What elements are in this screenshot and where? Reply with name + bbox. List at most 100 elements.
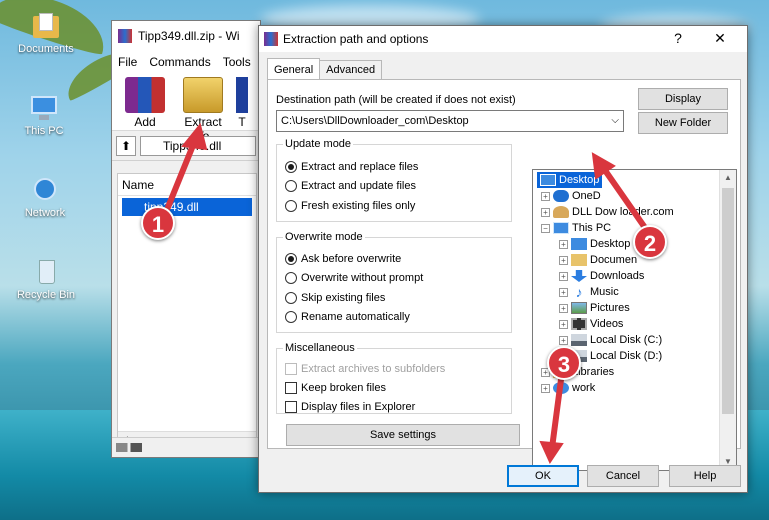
menu-commands[interactable]: Commands [149, 55, 210, 69]
winrar-title: Tipp349.dll.zip - Wi [138, 29, 240, 43]
desktop-icon-this-pc[interactable]: This PC [4, 94, 84, 137]
cloud-icon [553, 190, 569, 202]
radio[interactable] [285, 180, 297, 192]
tree-item-desktop[interactable]: + Desktop [559, 236, 630, 252]
option-label: Extract archives to subfolders [301, 363, 446, 375]
expand-icon[interactable]: + [559, 271, 568, 281]
tree-item-desktop-root[interactable]: Desktop [537, 172, 603, 188]
checkbox[interactable] [285, 401, 297, 413]
close-icon[interactable]: ✕ [707, 30, 733, 47]
tree-item-documents[interactable]: + Documen [559, 252, 637, 268]
books-icon [125, 77, 165, 113]
file-list[interactable]: Name tipp349.dll < [117, 173, 257, 449]
extract-to-button[interactable]: Extract To [178, 77, 228, 143]
add-button[interactable]: Add [120, 77, 170, 129]
option-label: Extract and replace files [301, 161, 419, 173]
desktop-icon-recycle-bin[interactable]: Recycle Bin [6, 258, 86, 301]
radio[interactable] [285, 272, 297, 284]
expand-icon[interactable]: + [559, 319, 568, 329]
collapse-icon[interactable]: − [541, 223, 550, 233]
dialog-titlebar[interactable]: Extraction path and options ? ✕ [259, 26, 747, 52]
test-label: T [238, 115, 246, 126]
update-mode-option[interactable]: Fresh existing files only [285, 200, 415, 212]
overwrite-mode-option[interactable]: Rename automatically [285, 311, 410, 323]
network-icon [553, 382, 569, 394]
help-button[interactable]: Help [669, 465, 741, 487]
desktop-icon-documents[interactable]: Documents [6, 12, 86, 55]
tab-general[interactable]: General [267, 58, 321, 80]
overwrite-mode-option[interactable]: Ask before overwrite [285, 253, 401, 265]
tree-item-music[interactable]: + ♪ Music [559, 284, 619, 300]
winrar-dialog-icon [264, 32, 278, 46]
winrar-titlebar[interactable]: Tipp349.dll.zip - Wi [112, 21, 260, 51]
up-folder-button[interactable]: ⬆ [116, 135, 136, 156]
destination-path-combo[interactable]: C:\Users\DllDownloader_com\Desktop ⌵ [276, 110, 624, 132]
winrar-menubar: File Commands Tools [112, 51, 260, 73]
expand-icon[interactable]: + [559, 255, 568, 265]
tree-item-this-pc[interactable]: − This PC [541, 220, 611, 236]
cancel-button[interactable]: Cancel [587, 465, 659, 487]
save-settings-button[interactable]: Save settings [286, 424, 520, 446]
tree-label: work [572, 382, 596, 394]
checkbox-disabled[interactable] [285, 363, 297, 375]
help-icon[interactable]: ? [665, 30, 691, 46]
tree-item-pictures[interactable]: + Pictures [559, 300, 630, 316]
expand-icon[interactable]: + [541, 383, 550, 393]
option-label: Ask before overwrite [301, 253, 402, 265]
menu-tools[interactable]: Tools [223, 55, 251, 69]
music-note-icon: ♪ [575, 284, 583, 300]
tree-item-videos[interactable]: + Videos [559, 316, 623, 332]
column-header-name[interactable]: Name [118, 174, 256, 196]
misc-option-display-explorer[interactable]: Display files in Explorer [285, 401, 415, 413]
test-button[interactable]: T [236, 77, 248, 126]
computer-icon [29, 94, 59, 122]
radio[interactable] [285, 200, 297, 212]
chevron-down-icon[interactable]: ⌵ [611, 111, 619, 131]
tree-label: Videos [590, 318, 624, 330]
scroll-thumb[interactable] [722, 188, 734, 414]
desktop-icon-label: Recycle Bin [16, 289, 76, 301]
update-mode-option[interactable]: Extract and replace files [285, 161, 418, 173]
expand-icon[interactable]: + [559, 303, 568, 313]
tree-label: Desktop [559, 174, 600, 186]
new-folder-button[interactable]: New Folder [638, 112, 728, 134]
tree-label: OneD [572, 190, 601, 202]
desktop-icon-network[interactable]: Network [5, 176, 85, 219]
step-badge-3: 3 [547, 346, 581, 380]
ok-button[interactable]: OK [507, 465, 579, 487]
expand-icon[interactable]: + [541, 191, 550, 201]
expand-icon[interactable]: + [559, 335, 568, 345]
tree-item-dll-downloader[interactable]: + DLL Dow loader.com [541, 204, 674, 220]
radio[interactable] [285, 292, 297, 304]
radio[interactable] [285, 311, 297, 323]
network-icon [30, 176, 60, 204]
scroll-up-icon[interactable]: ▲ [720, 170, 736, 186]
tree-vertical-scrollbar[interactable]: ▲ ▼ [719, 170, 736, 470]
update-mode-option[interactable]: Extract and update files [285, 180, 416, 192]
overwrite-mode-option[interactable]: Skip existing files [285, 292, 385, 304]
expand-icon[interactable]: + [559, 287, 568, 297]
display-button[interactable]: Display [638, 88, 728, 110]
miscellaneous-group: Miscellaneous Extract archives to subfol… [276, 342, 512, 414]
tree-label: This PC [572, 222, 612, 234]
checkbox[interactable] [285, 382, 297, 394]
desktop-icon-label: This PC [24, 125, 64, 137]
tab-advanced[interactable]: Advanced [319, 60, 383, 80]
folder-tree[interactable]: Desktop + OneD + DLL Dow loader.com − This … [532, 169, 737, 471]
menu-file[interactable]: File [118, 55, 137, 69]
desktop-icon-label: Network [24, 207, 66, 219]
tree-item-onedrive[interactable]: + OneD [541, 188, 601, 204]
option-label: Fresh existing files only [301, 200, 416, 212]
tree-item-network[interactable]: + work [541, 380, 595, 396]
expand-icon[interactable]: + [541, 207, 550, 217]
misc-option-keep-broken[interactable]: Keep broken files [285, 382, 386, 394]
misc-option-subfolders[interactable]: Extract archives to subfolders [285, 363, 445, 375]
radio-selected[interactable] [285, 161, 297, 173]
overwrite-mode-option[interactable]: Overwrite without prompt [285, 272, 423, 284]
expand-icon[interactable]: + [559, 239, 568, 249]
radio-selected[interactable] [285, 253, 297, 265]
file-row[interactable]: tipp349.dll [122, 198, 252, 216]
tree-item-local-disk-c[interactable]: + Local Disk (C:) [559, 332, 662, 348]
archive-path[interactable]: Tipp349.dll [140, 135, 256, 156]
tree-item-downloads[interactable]: + Downloads [559, 268, 644, 284]
